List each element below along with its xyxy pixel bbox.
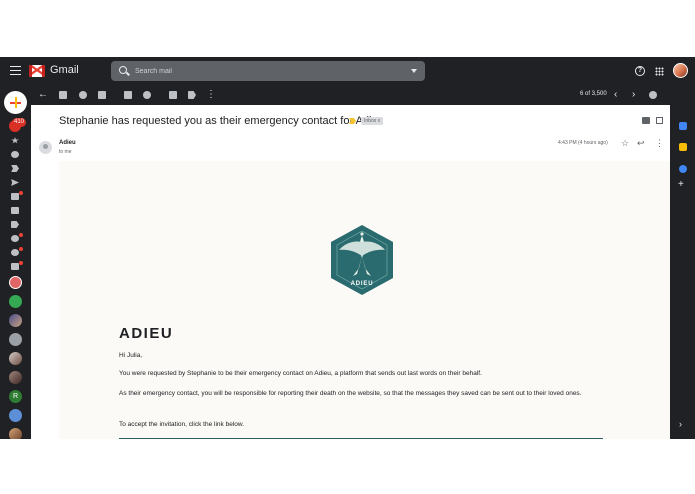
move-to-icon[interactable] xyxy=(169,91,177,99)
logo-text: ADIEU xyxy=(351,281,374,287)
top-bar: Gmail ? xyxy=(0,57,695,85)
contact-avatar[interactable] xyxy=(9,276,22,289)
side-panel: + › xyxy=(670,85,695,439)
help-icon[interactable]: ? xyxy=(635,66,645,76)
message-time: 4:43 PM (4 hours ago) xyxy=(558,140,608,146)
new-window-icon[interactable] xyxy=(656,117,663,124)
sender-name: Adieu xyxy=(59,140,76,146)
message-pane: Stephanie has requested you as their eme… xyxy=(31,105,670,439)
gmail-window: Gmail ? 410 R xyxy=(0,57,695,439)
drafts-icon[interactable] xyxy=(11,193,19,200)
snooze-icon[interactable] xyxy=(143,91,151,99)
search-input[interactable] xyxy=(135,64,405,78)
contact-avatar[interactable] xyxy=(9,409,22,422)
older-icon[interactable]: › xyxy=(632,89,635,101)
settings-icon[interactable] xyxy=(649,91,657,99)
contact-avatar[interactable] xyxy=(9,352,22,365)
contact-avatar[interactable] xyxy=(9,333,22,346)
message-subject: Stephanie has requested you as their eme… xyxy=(59,115,384,127)
snoozed-icon[interactable] xyxy=(11,151,19,158)
print-icon[interactable] xyxy=(642,117,650,124)
all-mail-icon[interactable] xyxy=(11,207,19,214)
account-avatar[interactable] xyxy=(673,63,688,78)
recipient-details[interactable]: to me xyxy=(59,149,72,155)
message-counter: 6 of 3,500 xyxy=(580,91,607,97)
contact-avatar[interactable] xyxy=(9,314,22,327)
sender-avatar xyxy=(39,141,52,154)
more-icon[interactable]: ⋮ xyxy=(655,138,664,148)
keep-icon[interactable] xyxy=(679,143,687,151)
newer-icon[interactable]: ‹ xyxy=(614,89,617,101)
expand-panel-icon[interactable]: › xyxy=(679,419,682,429)
calendar-icon[interactable] xyxy=(679,122,687,130)
email-body: ADIEU ADIEU Hi Julia, You were requested… xyxy=(59,161,670,439)
contact-avatar[interactable] xyxy=(9,371,22,384)
body-paragraph-3: To accept the invitation, click the link… xyxy=(119,421,245,428)
mark-unread-icon[interactable] xyxy=(124,91,132,99)
inbox-label-chip[interactable]: Inbox x xyxy=(361,117,384,125)
body-paragraph-1: You were requested by Stephanie to be th… xyxy=(119,370,482,377)
label-icon[interactable] xyxy=(11,221,19,228)
important-icon[interactable] xyxy=(11,165,19,172)
add-addon-icon[interactable]: + xyxy=(678,180,684,190)
sent-icon[interactable] xyxy=(11,179,19,186)
greeting-text: Hi Julia, xyxy=(119,352,143,359)
star-icon[interactable]: ☆ xyxy=(621,138,629,148)
contact-avatar[interactable] xyxy=(9,428,22,439)
updates-icon[interactable] xyxy=(11,249,19,256)
more-actions-icon[interactable]: ⋮ xyxy=(206,89,216,101)
labels-icon[interactable] xyxy=(188,91,196,99)
updates-dot xyxy=(19,247,23,251)
brand-name[interactable]: Gmail xyxy=(50,64,79,76)
inbox-count-badge: 410 xyxy=(12,118,27,127)
starred-icon[interactable] xyxy=(11,137,19,144)
gmail-logo-icon[interactable] xyxy=(29,65,45,77)
archive-icon[interactable] xyxy=(59,91,67,99)
email-heading: ADIEU xyxy=(119,325,174,342)
forums-dot xyxy=(19,261,23,265)
body-paragraph-2: As their emergency contact, you will be … xyxy=(119,390,582,397)
tasks-icon[interactable] xyxy=(679,165,687,173)
message-toolbar: ← ⋮ 6 of 3,500 ‹ › xyxy=(31,85,670,105)
social-dot xyxy=(19,233,23,237)
email-divider xyxy=(119,438,603,439)
compose-button[interactable] xyxy=(4,91,27,114)
social-icon[interactable] xyxy=(11,235,19,242)
spam-icon[interactable] xyxy=(79,91,87,99)
contact-avatar[interactable]: R xyxy=(9,390,22,403)
drafts-dot xyxy=(19,191,23,195)
search-box[interactable] xyxy=(111,61,425,81)
hangouts-icon[interactable] xyxy=(9,295,22,308)
search-icon[interactable] xyxy=(119,66,127,74)
menu-icon[interactable] xyxy=(10,66,21,75)
apps-icon[interactable] xyxy=(655,67,664,76)
adieu-logo: ADIEU xyxy=(331,225,393,295)
delete-icon[interactable] xyxy=(98,91,106,99)
forums-icon[interactable] xyxy=(11,263,19,270)
search-options-icon[interactable] xyxy=(411,69,417,73)
reply-icon[interactable]: ↩ xyxy=(637,138,645,148)
left-rail: 410 R xyxy=(0,85,31,439)
back-icon[interactable]: ← xyxy=(38,89,48,101)
